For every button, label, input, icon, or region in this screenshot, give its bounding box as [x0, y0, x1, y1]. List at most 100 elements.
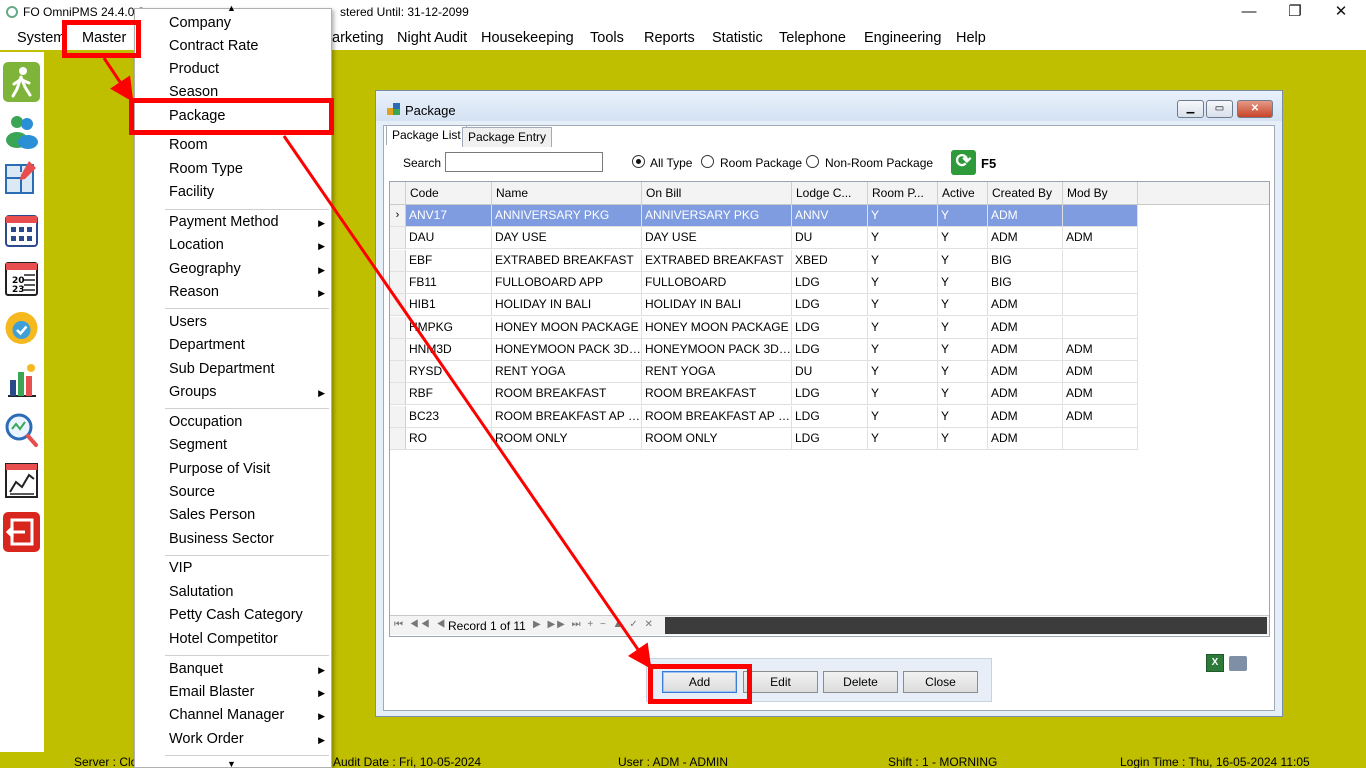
floor-plan-icon[interactable] — [3, 158, 40, 198]
col-mod-by-cell[interactable]: ADM — [1063, 383, 1138, 406]
col-on-bill-cell[interactable]: RENT YOGA — [642, 361, 792, 384]
col-code-cell[interactable]: FB11 — [406, 271, 492, 294]
menu-system[interactable]: System — [17, 30, 65, 46]
col-name-cell[interactable]: FULLOBOARD APP — [492, 271, 642, 294]
col-active-cell[interactable]: Y — [938, 361, 988, 384]
col-created-by-cell[interactable]: BIG — [988, 249, 1063, 272]
menu-item-work-order[interactable]: Work Order ▶ — [169, 731, 327, 747]
col-active-cell[interactable]: Y — [938, 405, 988, 428]
col-on-bill-cell[interactable]: EXTRABED BREAKFAST — [642, 249, 792, 272]
col-name-cell[interactable]: EXTRABED BREAKFAST — [492, 249, 642, 272]
pkg-minimize-icon[interactable]: ▁ — [1177, 100, 1204, 118]
col-name-cell[interactable]: ROOM BREAKFAST — [492, 383, 642, 406]
nav-next-last-buttons[interactable]: ▶ ▶▶ ⏭ + − ▲ ✓ ✕ — [533, 619, 655, 630]
menu-item-business-sector[interactable]: Business Sector — [169, 531, 274, 547]
menu-marketing[interactable]: arketing — [332, 30, 384, 46]
menu-item-sales-person[interactable]: Sales Person — [169, 507, 255, 523]
scroll-up-icon[interactable]: ▲ — [227, 3, 236, 13]
col-code-cell[interactable]: BC23 — [406, 405, 492, 428]
menu-help[interactable]: Help — [956, 30, 986, 46]
col-on-bill-cell[interactable]: ANNIVERSARY PKG — [642, 205, 792, 227]
search-input[interactable] — [445, 152, 603, 172]
chart-icon[interactable] — [3, 460, 40, 500]
col-on-bill-cell[interactable]: ROOM BREAKFAST AP BCO... — [642, 405, 792, 428]
col-name-cell[interactable]: ROOM ONLY — [492, 428, 642, 450]
radio-room-package[interactable] — [701, 155, 714, 168]
col-lodge-code-cell[interactable]: DU — [792, 227, 868, 250]
col-active-cell[interactable]: Y — [938, 338, 988, 361]
col-mod-by-cell[interactable]: ADM — [1063, 227, 1138, 250]
nav-first-prev-buttons[interactable]: ⏮ ◀◀ ◀ — [394, 619, 447, 630]
menu-item-source[interactable]: Source — [169, 484, 215, 500]
col-on-bill-cell[interactable]: HOLIDAY IN BALI — [642, 294, 792, 317]
availability-icon[interactable] — [3, 308, 40, 348]
col-mod-by-cell[interactable]: ADM — [1063, 405, 1138, 428]
table-row[interactable]: DAU DAY USE DAY USE DU Y Y ADM ADM — [390, 227, 1138, 250]
col-name-header[interactable]: Name — [492, 182, 642, 205]
col-on-bill-cell[interactable]: ROOM ONLY — [642, 428, 792, 450]
col-room-package-cell[interactable]: Y — [868, 405, 938, 428]
tab-package-list[interactable]: Package List — [386, 125, 467, 145]
col-created-by-cell[interactable]: ADM — [988, 361, 1063, 384]
menu-housekeeping[interactable]: Housekeeping — [481, 30, 574, 46]
col-name-cell[interactable]: DAY USE — [492, 227, 642, 250]
col-room-package-cell[interactable]: Y — [868, 205, 938, 227]
export-excel-icon[interactable]: X — [1206, 654, 1224, 672]
col-active-cell[interactable]: Y — [938, 227, 988, 250]
scroll-down-icon[interactable]: ▼ — [227, 759, 236, 768]
row-indicator[interactable] — [390, 361, 406, 384]
col-code-cell[interactable]: HIB1 — [406, 294, 492, 317]
pkg-maximize-icon[interactable]: ▭ — [1206, 100, 1233, 118]
menu-item-contract-rate[interactable]: Contract Rate — [169, 38, 258, 54]
table-row[interactable]: HMPKG HONEY MOON PACKAGE HONEY MOON PACKAG… — [390, 316, 1138, 339]
table-row[interactable]: HIB1 HOLIDAY IN BALI HOLIDAY IN BALI LDG Y Y A… — [390, 294, 1138, 317]
col-active-cell[interactable]: Y — [938, 294, 988, 317]
col-code-cell[interactable]: ANV17 — [406, 205, 492, 227]
menu-night-audit[interactable]: Night Audit — [397, 30, 467, 46]
col-on-bill-cell[interactable]: HONEY MOON PACKAGE — [642, 316, 792, 339]
menu-item-purpose-of-visit[interactable]: Purpose of Visit — [169, 461, 270, 477]
col-mod-by-cell[interactable] — [1063, 428, 1138, 450]
row-indicator[interactable] — [390, 294, 406, 317]
col-lodge-code-cell[interactable]: LDG — [792, 316, 868, 339]
col-room-package-cell[interactable]: Y — [868, 383, 938, 406]
col-lodge-code-cell[interactable]: LDG — [792, 383, 868, 406]
close-button[interactable]: Close — [903, 671, 978, 693]
table-row[interactable]: RO ROOM ONLY ROOM ONLY LDG Y Y ADM — [390, 428, 1138, 450]
col-room-package-cell[interactable]: Y — [868, 271, 938, 294]
menu-item-hotel-competitor[interactable]: Hotel Competitor — [169, 631, 278, 647]
col-on-bill-cell[interactable]: ROOM BREAKFAST — [642, 383, 792, 406]
col-on-bill-cell[interactable]: HONEYMOON PACK 3D/2N — [642, 338, 792, 361]
col-active-cell[interactable]: Y — [938, 383, 988, 406]
menu-item-sub-department[interactable]: Sub Department — [169, 361, 275, 377]
menu-item-groups[interactable]: Groups ▶ — [169, 384, 327, 400]
col-lodge-code-cell[interactable]: DU — [792, 361, 868, 384]
row-indicator[interactable]: › — [390, 205, 406, 227]
col-name-cell[interactable]: RENT YOGA — [492, 361, 642, 384]
tab-package-entry[interactable]: Package Entry — [462, 127, 553, 147]
search-analytics-icon[interactable] — [3, 410, 40, 450]
col-name-cell[interactable]: ROOM BREAKFAST AP BCO... — [492, 405, 642, 428]
col-on-bill-cell[interactable]: FULLOBOARD — [642, 271, 792, 294]
table-row[interactable]: › ANV17 ANNIVERSARY PKG ANNIVERSARY PKG ANNV… — [390, 205, 1138, 227]
col-code-header[interactable]: Code — [406, 182, 492, 205]
col-created-by-cell[interactable]: ADM — [988, 316, 1063, 339]
col-room-package-cell[interactable]: Y — [868, 294, 938, 317]
col-name-cell[interactable]: HOLIDAY IN BALI — [492, 294, 642, 317]
table-row[interactable]: RYSD RENT YOGA RENT YOGA DU Y Y ADM ADM — [390, 361, 1138, 384]
row-indicator[interactable] — [390, 227, 406, 250]
delete-button[interactable]: Delete — [823, 671, 898, 693]
col-mod-by-header[interactable]: Mod By — [1063, 182, 1138, 205]
col-lodge-code-header[interactable]: Lodge C... — [792, 182, 868, 205]
menu-reports[interactable]: Reports — [644, 30, 695, 46]
col-mod-by-cell[interactable] — [1063, 294, 1138, 317]
calendar-grid-icon[interactable] — [3, 210, 40, 250]
menu-telephone[interactable]: Telephone — [779, 30, 846, 46]
print-icon[interactable] — [1229, 656, 1247, 671]
table-row[interactable]: BC23ROOM BREAKFAST AP BCO...ROOM BREAKFA… — [390, 405, 1138, 428]
menu-item-room[interactable]: Room — [169, 137, 208, 153]
col-lodge-code-cell[interactable]: LDG — [792, 294, 868, 317]
guests-icon[interactable] — [3, 110, 40, 150]
col-code-cell[interactable]: RYSD — [406, 361, 492, 384]
exit-icon[interactable] — [3, 512, 40, 552]
